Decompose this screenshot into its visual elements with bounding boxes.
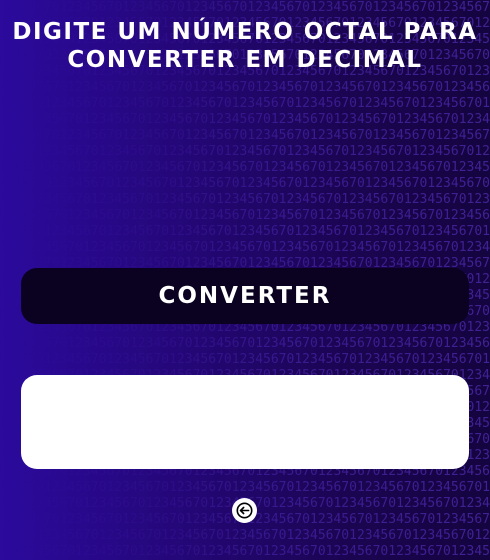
page-title: DIGITE UM NÚMERO OCTAL PARA CONVERTER EM… <box>12 19 478 73</box>
pattern-row: 3456701234567012345670123456701234567012… <box>0 528 490 543</box>
arrow-left-icon <box>236 502 253 519</box>
pattern-row: 2345670123456701234567012345670123456701… <box>0 352 490 367</box>
pattern-row: 2345670123456701234567012345670123456701… <box>0 480 490 495</box>
decimal-result-box <box>21 375 469 469</box>
back-button[interactable] <box>232 498 257 523</box>
pattern-row: 5670123456701234567012345670123456701234… <box>0 112 490 127</box>
convert-button[interactable]: CONVERTER <box>21 268 469 324</box>
pattern-row: 7012345670123456701234567012345670123456… <box>0 80 490 95</box>
pattern-row: 7012345670123456701234567012345670123456… <box>0 208 490 223</box>
octal-number-input[interactable] <box>21 140 473 182</box>
pattern-row: 0123456701234567012345670123456701234567… <box>0 0 490 15</box>
pattern-row: 4567012345670123456701234567012345670123… <box>0 192 490 207</box>
pattern-row: 6701234567012345670123456701234567012345… <box>0 544 490 559</box>
pattern-row: 2345670123456701234567012345670123456701… <box>0 224 490 239</box>
pattern-row: 7012345670123456701234567012345670123456… <box>0 336 490 351</box>
pattern-row: 5670123456701234567012345670123456701234… <box>0 240 490 255</box>
pattern-row: 2345670123456701234567012345670123456701… <box>0 96 490 111</box>
